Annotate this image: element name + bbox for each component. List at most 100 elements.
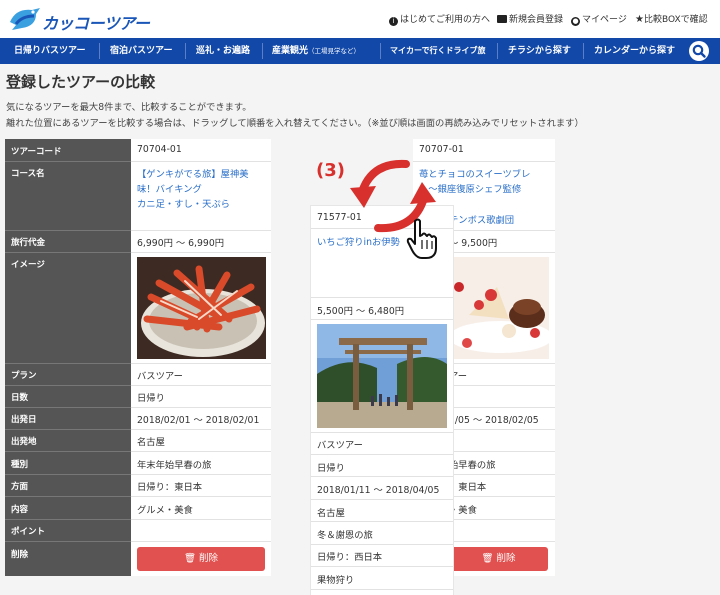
label-origin: 出発地	[11, 437, 37, 447]
search-button[interactable]	[689, 41, 709, 61]
row-divider	[5, 496, 131, 497]
nav-item-industrial[interactable]: 産業観光（工場見学など）	[272, 38, 360, 64]
step-number: (3)	[316, 160, 345, 181]
course-name-link[interactable]: 味！バイキング	[137, 181, 202, 195]
course-name-link[interactable]: 【ゲンキがでる旅】屋神美	[137, 166, 249, 180]
tour-direction: 日帰り：東日本	[137, 482, 203, 493]
tour-card-70704[interactable]: 70704-01 【ゲンキがでる旅】屋神美 味！バイキング カニ足・すし・天ぷら…	[131, 139, 271, 576]
tour-card-71577-dragging[interactable]: 71577-01 いちご狩りinお伊勢 5,500円 〜 6,480円 バスツア…	[311, 206, 453, 595]
row-divider	[5, 230, 131, 231]
course-name-link[interactable]: テンボス歌劇団	[449, 212, 514, 226]
row-divider	[5, 519, 131, 520]
delete-button[interactable]: 🗑 削除	[137, 547, 265, 571]
tour-plan: バスツアー	[317, 440, 363, 451]
page-description-drag: 離れた位置にあるツアーを比較する場合は、ドラッグして順番を入れ替えてください。（…	[6, 118, 584, 129]
tour-plan: バスツアー	[137, 371, 183, 382]
site-logo[interactable]: カッコーツアー	[6, 4, 154, 34]
util-link-guide[interactable]: i はじめてご利用の方へ	[389, 12, 490, 26]
tour-type: 年末年始早春の旅	[137, 460, 212, 471]
row-divider	[131, 161, 271, 162]
label-days: 日数	[11, 393, 29, 403]
site-header: カッコーツアー i はじめてご利用の方へ 新規会員登録 ● マイページ ★比較BOX…	[0, 0, 720, 38]
row-divider	[5, 161, 131, 162]
label-content: 内容	[11, 505, 29, 515]
row-divider	[5, 474, 131, 475]
row-divider	[131, 230, 271, 231]
row-divider	[5, 407, 131, 408]
label-type: 種別	[11, 460, 29, 470]
row-divider	[311, 544, 453, 545]
tour-price: 〜 9,500円	[449, 238, 498, 249]
label-image: イメージ	[11, 260, 45, 270]
row-divider	[131, 541, 271, 542]
row-divider	[311, 297, 453, 298]
course-name-link[interactable]: いちご狩りinお伊勢	[317, 234, 400, 248]
tour-code: 70704-01	[137, 144, 182, 155]
logo-text: カッコーツアー	[42, 14, 150, 33]
tour-price: 6,990円 〜 6,990円	[137, 238, 225, 249]
row-divider	[311, 454, 453, 455]
tour-direction: ：東日本	[449, 482, 487, 493]
row-divider	[131, 519, 271, 520]
tour-days: 日帰り	[137, 393, 165, 404]
info-icon: i	[389, 17, 398, 26]
tour-price: 5,500円 〜 6,480円	[317, 306, 405, 317]
util-link-register[interactable]: 新規会員登録	[497, 12, 563, 25]
tour-direction: 日帰り：西日本	[317, 552, 383, 563]
nav-divider	[185, 43, 186, 59]
row-divider	[5, 429, 131, 430]
row-divider	[131, 363, 271, 364]
hand-cursor-icon	[406, 218, 437, 259]
nav-item-flyer[interactable]: チラシから探す	[508, 38, 571, 64]
nav-divider	[262, 43, 263, 59]
row-divider	[131, 252, 271, 253]
row-divider	[131, 451, 271, 452]
row-divider	[311, 476, 453, 477]
tour-image-shrine	[317, 324, 447, 428]
row-divider	[5, 252, 131, 253]
nav-item-pilgrimage[interactable]: 巡礼・お遍路	[196, 38, 250, 64]
label-price: 旅行代金	[11, 238, 46, 248]
row-divider	[131, 496, 271, 497]
tour-departure-date: 2018/01/11 〜 2018/04/05	[317, 485, 440, 496]
row-divider	[311, 319, 453, 320]
util-link-compare[interactable]: ★比較BOXで確認	[635, 12, 708, 25]
tour-content: ・美食	[449, 505, 477, 516]
tour-type: 始早春の旅	[449, 460, 496, 471]
util-link-mypage[interactable]: ● マイページ	[571, 12, 627, 26]
nav-divider	[380, 43, 381, 59]
delete-button[interactable]: 🗑 削除	[449, 547, 548, 571]
trash-icon: 🗑	[183, 553, 196, 564]
tour-days: 日帰り	[317, 463, 345, 474]
nav-item-stay[interactable]: 宿泊バスツアー	[110, 38, 172, 64]
page-title: 登録したツアーの比較	[6, 73, 156, 91]
tour-departure-date: 2/05 〜 2018/02/05	[449, 415, 539, 426]
row-divider	[5, 451, 131, 452]
nav-item-drive[interactable]: マイカーで行くドライブ旅	[390, 38, 486, 64]
nav-item-daytrip[interactable]: 日帰りバスツアー	[14, 38, 85, 64]
label-direction: 方面	[11, 482, 29, 492]
nav-divider	[583, 43, 584, 59]
tour-origin: 名古屋	[137, 437, 165, 448]
nav-item-calendar[interactable]: カレンダーから探す	[594, 38, 675, 64]
tour-code: 70707-01	[419, 144, 464, 155]
label-plan: プラン	[11, 371, 37, 381]
row-divider	[311, 499, 453, 500]
row-divider	[5, 385, 131, 386]
tour-content: グルメ・美食	[137, 505, 193, 516]
row-divider	[311, 521, 453, 522]
row-divider	[311, 432, 453, 433]
row-divider	[131, 474, 271, 475]
course-name-link[interactable]: カニ足・すし・天ぷら	[137, 196, 230, 210]
cuckoo-bird-icon	[10, 8, 40, 30]
page-description: 気になるツアーを最大8件まで、比較することができます。	[6, 102, 252, 113]
row-divider	[311, 589, 453, 590]
nav-divider	[497, 43, 498, 59]
row-divider	[5, 363, 131, 364]
tour-departure-date: 2018/02/01 〜 2018/02/01	[137, 415, 260, 426]
row-divider	[5, 541, 131, 542]
star-icon: ★	[635, 14, 644, 25]
label-departure-date: 出発日	[11, 415, 37, 425]
tour-origin: 名古屋	[317, 508, 345, 519]
user-icon: ●	[571, 17, 580, 26]
